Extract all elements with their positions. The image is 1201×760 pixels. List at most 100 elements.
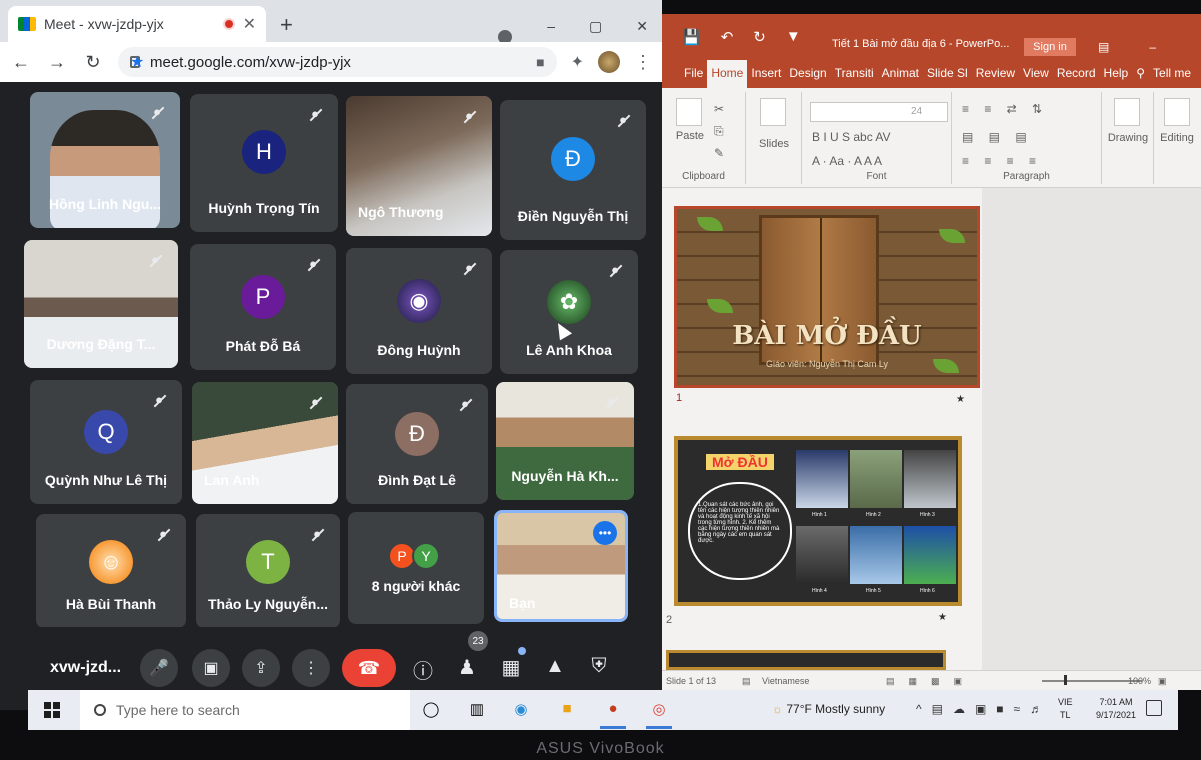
participant-tile[interactable]: ● Nguyễn Hà Kh... <box>496 382 634 500</box>
system-tray-icons[interactable]: ^▤☁▣■≈♬ <box>916 702 1052 716</box>
redo-icon[interactable]: ↻ <box>753 28 766 46</box>
people-icon[interactable]: ♟ <box>454 655 480 680</box>
zoom-level[interactable]: 100% <box>1128 676 1151 686</box>
participant-tile[interactable]: ● Ngô Thương <box>346 96 492 236</box>
minimize-button[interactable]: – <box>547 18 555 35</box>
fit-slide-icon[interactable]: ▣ <box>1158 676 1167 687</box>
slides-label[interactable]: Slides <box>754 138 794 150</box>
new-slide-icon[interactable] <box>760 98 786 126</box>
customize-icon[interactable]: ▼ <box>786 28 801 46</box>
drawing-icon[interactable] <box>1114 98 1140 126</box>
more-options-button[interactable]: ⋮ <box>292 649 330 687</box>
edge-icon[interactable]: ◉ <box>510 700 532 720</box>
participant-tile[interactable]: ● Hồng Linh Ngu... <box>30 92 180 228</box>
participant-tile[interactable]: ● Dương Đặng T... <box>24 240 178 368</box>
tab-insert[interactable]: Insert <box>747 66 785 88</box>
sign-in-button[interactable]: Sign in <box>1024 38 1076 56</box>
browser-menu-icon[interactable]: ⋮ <box>634 52 652 73</box>
participant-tile[interactable]: ● Q Quỳnh Như Lê Thị <box>30 380 182 504</box>
align-buttons[interactable]: ≡ ≡ ≡ ≡ <box>962 154 1042 168</box>
leave-call-button[interactable]: ☎ <box>342 649 396 687</box>
editing-label[interactable]: Editing <box>1154 132 1200 144</box>
font-color-buttons[interactable]: A · Aa · A A A <box>812 154 882 168</box>
participant-tile[interactable]: ● Đ Đình Đạt Lê <box>346 384 488 504</box>
list-buttons[interactable]: ≡ ≡ ⇄ ⇅ <box>962 102 1048 116</box>
tab-review[interactable]: Review <box>972 66 1019 88</box>
meeting-info-icon[interactable]: ⓘ <box>410 655 436 684</box>
slide-thumbnail-2[interactable]: Mở ĐẦU 1.Quan sát các bức ảnh, gọi tên c… <box>674 436 962 606</box>
chat-icon[interactable]: ▦ <box>498 655 524 680</box>
more-options-icon[interactable]: ••• <box>593 521 617 545</box>
save-icon[interactable]: 💾 <box>682 28 701 46</box>
tab-file[interactable]: File <box>680 66 707 88</box>
tell-me-input[interactable]: Tell me <box>1149 66 1195 88</box>
notification-center-icon[interactable] <box>1146 700 1162 716</box>
close-window-button[interactable]: ✕ <box>636 18 648 35</box>
paste-label[interactable]: Paste <box>670 130 710 142</box>
zoom-slider-thumb[interactable] <box>1064 675 1067 685</box>
tab-home[interactable]: Home <box>707 60 748 88</box>
cut-copy-format-icons[interactable]: ✂ ⎘ ✎ <box>714 98 724 164</box>
minimize-button[interactable]: – <box>1149 40 1156 54</box>
tab-record[interactable]: Record <box>1053 66 1100 88</box>
weather-widget[interactable]: ☼ 77°F Mostly sunny <box>772 702 885 716</box>
tab-help[interactable]: Help <box>1100 66 1133 88</box>
paste-icon[interactable] <box>676 98 702 126</box>
powerpoint-icon[interactable]: ● <box>602 700 624 720</box>
back-icon[interactable]: ← <box>10 52 32 73</box>
editing-search-icon[interactable] <box>1164 98 1190 126</box>
reload-icon[interactable]: ↻ <box>82 52 104 73</box>
tab-meet[interactable]: Meet - xvw-jzdp-yjx ✕ <box>8 6 266 42</box>
task-view-icon[interactable]: ▥ <box>466 700 488 720</box>
input-language[interactable]: VIE TL <box>1058 696 1073 722</box>
host-controls-icon[interactable]: ⛨ <box>586 655 612 678</box>
tab-transitions[interactable]: Transiti <box>831 66 878 88</box>
participant-tile[interactable]: ● H Huỳnh Trọng Tín <box>190 94 338 232</box>
present-screen-button[interactable]: ⇪ <box>242 649 280 687</box>
taskbar-search-box[interactable]: Type here to search <box>80 690 410 730</box>
slide-thumbnail-3[interactable] <box>666 650 946 670</box>
camera-icon[interactable]: ■ <box>536 54 544 70</box>
extensions-icon[interactable]: ✦ <box>571 52 584 72</box>
bookmark-star-icon[interactable]: ★ <box>130 52 144 72</box>
camera-button[interactable]: ▣ <box>192 649 230 687</box>
participant-tile[interactable]: ● ◉ Đông Huỳnh <box>346 248 492 374</box>
system-clock[interactable]: 7:01 AM 9/17/2021 <box>1096 696 1136 722</box>
view-buttons[interactable]: ▤▦▩▣ <box>886 676 976 687</box>
forward-icon[interactable]: → <box>46 52 68 73</box>
cortana-icon[interactable]: ◯ <box>420 700 442 720</box>
slide-thumbnail-1[interactable]: BÀI MỞ ĐẦU Giáo viên: Nguyễn Thị Cam Ly <box>674 206 980 388</box>
activities-icon[interactable]: ▲ <box>542 655 568 678</box>
self-tile[interactable]: ••• Bạn <box>494 510 628 622</box>
participant-tile[interactable]: ● Đ Điền Nguyễn Thị <box>500 100 646 240</box>
ribbon-display-icon[interactable]: ▤ <box>1098 40 1109 54</box>
close-tab-icon[interactable]: ✕ <box>243 14 256 34</box>
chrome-icon[interactable]: ◎ <box>648 700 670 720</box>
indent-buttons[interactable]: ▤ ▤ ▤ <box>962 130 1033 144</box>
maximize-button[interactable]: ▢ <box>589 18 602 35</box>
others-tile[interactable]: P Y 8 người khác <box>348 512 484 624</box>
participant-tile[interactable]: ● P Phát Đỗ Bá <box>190 244 336 370</box>
profile-avatar[interactable] <box>598 51 620 73</box>
participant-tile[interactable]: ● ✿ Lê Anh Khoa <box>500 250 638 374</box>
file-explorer-icon[interactable]: ■ <box>556 700 578 720</box>
ppt-window-controls: ▤ – <box>1098 40 1156 54</box>
slide-canvas[interactable] <box>982 188 1201 670</box>
new-tab-button[interactable]: + <box>280 12 293 38</box>
spellcheck-icon[interactable]: ▤ <box>742 676 751 687</box>
participant-tile[interactable]: ● T Thảo Ly Nguyễn... <box>196 514 340 628</box>
tab-slideshow[interactable]: Slide Sl <box>923 66 972 88</box>
tab-animations[interactable]: Animat <box>878 66 923 88</box>
font-format-buttons[interactable]: B I U S abc AV <box>812 130 890 144</box>
tab-design[interactable]: Design <box>785 66 830 88</box>
font-size-box[interactable]: 24 <box>810 102 948 122</box>
participant-tile[interactable]: ● Lan Anh <box>192 382 338 504</box>
tab-view[interactable]: View <box>1019 66 1053 88</box>
windows-start-icon[interactable] <box>44 702 60 718</box>
microphone-button[interactable]: 🎤 <box>140 649 178 687</box>
drawing-label[interactable]: Drawing <box>1104 132 1152 144</box>
zoom-slider[interactable] <box>1042 680 1142 682</box>
undo-icon[interactable]: ↶ <box>721 28 734 46</box>
address-bar[interactable]: meet.google.com/xvw-jzdp-yjx ■ ★ <box>118 47 557 77</box>
participant-tile[interactable]: ● ☺ Hà Bùi Thanh <box>36 514 186 628</box>
